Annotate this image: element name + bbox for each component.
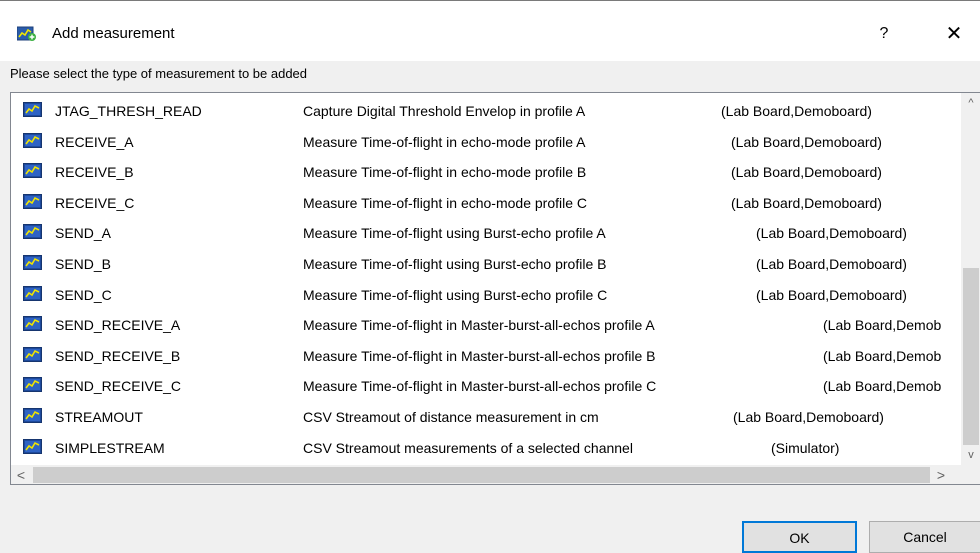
measurement-add-icon [16, 26, 37, 42]
title-bar[interactable]: Add measurement ? ✕ [0, 1, 980, 61]
ok-button[interactable]: OK [742, 521, 857, 553]
measurement-boards: (Lab Board,Demob [823, 378, 942, 395]
measurement-boards: (Lab Board,Demoboard) [733, 408, 884, 425]
measurement-chart-icon [23, 346, 42, 362]
measurement-chart-icon [23, 224, 42, 240]
help-button[interactable]: ? [862, 15, 906, 53]
measurement-chart-icon [23, 193, 42, 209]
measurement-name: SEND_RECEIVE_B [55, 347, 181, 364]
measurement-chart-icon [23, 316, 42, 332]
measurement-description: Measure Time-of-flight using Burst-echo … [303, 225, 606, 242]
vertical-scrollbar[interactable]: ^ v [961, 93, 980, 465]
vertical-scroll-thumb[interactable] [963, 268, 979, 445]
measurement-description: Measure Time-of-flight in echo-mode prof… [303, 164, 587, 181]
measurement-chart-icon [23, 377, 42, 393]
measurement-boards: (Lab Board,Demoboard) [756, 225, 907, 242]
measurement-description: Measure Time-of-flight in echo-mode prof… [303, 133, 586, 150]
horizontal-scroll-thumb[interactable] [33, 467, 930, 483]
measurement-description: Measure Time-of-flight in Master-burst-a… [303, 378, 657, 395]
measurement-chart-icon [23, 102, 42, 117]
measurement-boards: (Lab Board,Demob [823, 347, 942, 364]
horizontal-scrollbar[interactable]: < > [11, 465, 980, 484]
measurement-name: RECEIVE_A [55, 133, 134, 150]
list-item[interactable]: RECEIVE_B Measure Time-of-flight in echo-… [11, 157, 961, 188]
measurement-boards: (Lab Board,Demoboard) [756, 286, 907, 303]
measurement-name: JTAG_THRESH_READ [55, 103, 202, 119]
measurement-description: CSV Streamout measurements of a selected… [303, 439, 633, 456]
measurement-boards: (Lab Board,Demoboard) [756, 255, 907, 272]
list-item[interactable]: RECEIVE_C Measure Time-of-flight in echo-… [11, 188, 961, 219]
list-item[interactable]: SIMPLESTREAM CSV Streamout measurements o… [11, 433, 961, 464]
measurement-description: CSV Streamout of distance measurement in… [303, 408, 599, 425]
measurement-name: STREAMOUT [55, 408, 143, 425]
measurement-name: SEND_B [55, 255, 112, 272]
measurement-chart-icon [23, 163, 42, 179]
scroll-left-icon[interactable]: < [11, 465, 31, 484]
list-item[interactable]: SEND_RECEIVE_B Measure Time-of-flight in … [11, 341, 961, 372]
window-title: Add measurement [52, 25, 175, 42]
measurement-rows: JTAG_THRESH_READ Capture Digital Threshol… [11, 96, 961, 463]
measurement-boards: (Lab Board,Demoboard) [731, 164, 882, 181]
measurement-name: RECEIVE_C [55, 194, 135, 211]
measurement-description: Measure Time-of-flight in Master-burst-a… [303, 317, 655, 334]
measurement-boards: (Lab Board,Demoboard) [731, 194, 882, 211]
list-item[interactable]: SEND_B Measure Time-of-flight using Burst… [11, 249, 961, 280]
list-item[interactable]: SEND_C Measure Time-of-flight using Burst… [11, 280, 961, 311]
measurement-description: Measure Time-of-flight in Master-burst-a… [303, 347, 656, 364]
measurement-boards: (Lab Board,Demob [823, 317, 942, 334]
measurement-chart-icon [23, 407, 42, 423]
measurement-chart-icon [23, 254, 42, 270]
measurement-name: SEND_A [55, 225, 112, 242]
measurement-name: SEND_C [55, 286, 112, 303]
scroll-right-icon[interactable]: > [931, 465, 951, 484]
measurement-description: Measure Time-of-flight in echo-mode prof… [303, 194, 588, 211]
cancel-button[interactable]: Cancel [869, 521, 980, 553]
measurement-chart-icon [23, 132, 42, 148]
close-button[interactable]: ✕ [934, 15, 974, 53]
list-item[interactable]: JTAG_THRESH_READ Capture Digital Threshol… [11, 96, 961, 127]
list-item[interactable]: SEND_A Measure Time-of-flight using Burst… [11, 218, 961, 249]
list-item[interactable]: RECEIVE_A Measure Time-of-flight in echo-… [11, 127, 961, 158]
measurement-boards: (Lab Board,Demoboard) [731, 133, 882, 150]
list-item[interactable]: SEND_RECEIVE_A Measure Time-of-flight in … [11, 310, 961, 341]
measurement-description: Capture Digital Threshold Envelop in pro… [303, 103, 586, 119]
measurement-boards: (Simulator) [771, 439, 840, 456]
measurement-description: Measure Time-of-flight using Burst-echo … [303, 255, 607, 272]
list-item[interactable]: SEND_RECEIVE_C Measure Time-of-flight in … [11, 371, 961, 402]
measurement-description: Measure Time-of-flight using Burst-echo … [303, 286, 608, 303]
measurement-list[interactable]: JTAG_THRESH_READ Capture Digital Threshol… [10, 92, 980, 485]
instruction-label: Please select the type of measurement to… [10, 66, 308, 81]
list-item[interactable]: STREAMOUT CSV Streamout of distance measu… [11, 402, 961, 433]
scroll-down-icon[interactable]: v [961, 445, 980, 465]
measurement-name: RECEIVE_B [55, 164, 134, 181]
measurement-name: SEND_RECEIVE_C [55, 378, 182, 395]
measurement-name: SIMPLESTREAM [55, 439, 165, 456]
measurement-boards: (Lab Board,Demoboard) [721, 103, 872, 119]
measurement-chart-icon [23, 285, 42, 301]
scroll-up-icon[interactable]: ^ [961, 93, 980, 113]
measurement-chart-icon [23, 438, 42, 454]
measurement-name: SEND_RECEIVE_A [55, 317, 181, 334]
